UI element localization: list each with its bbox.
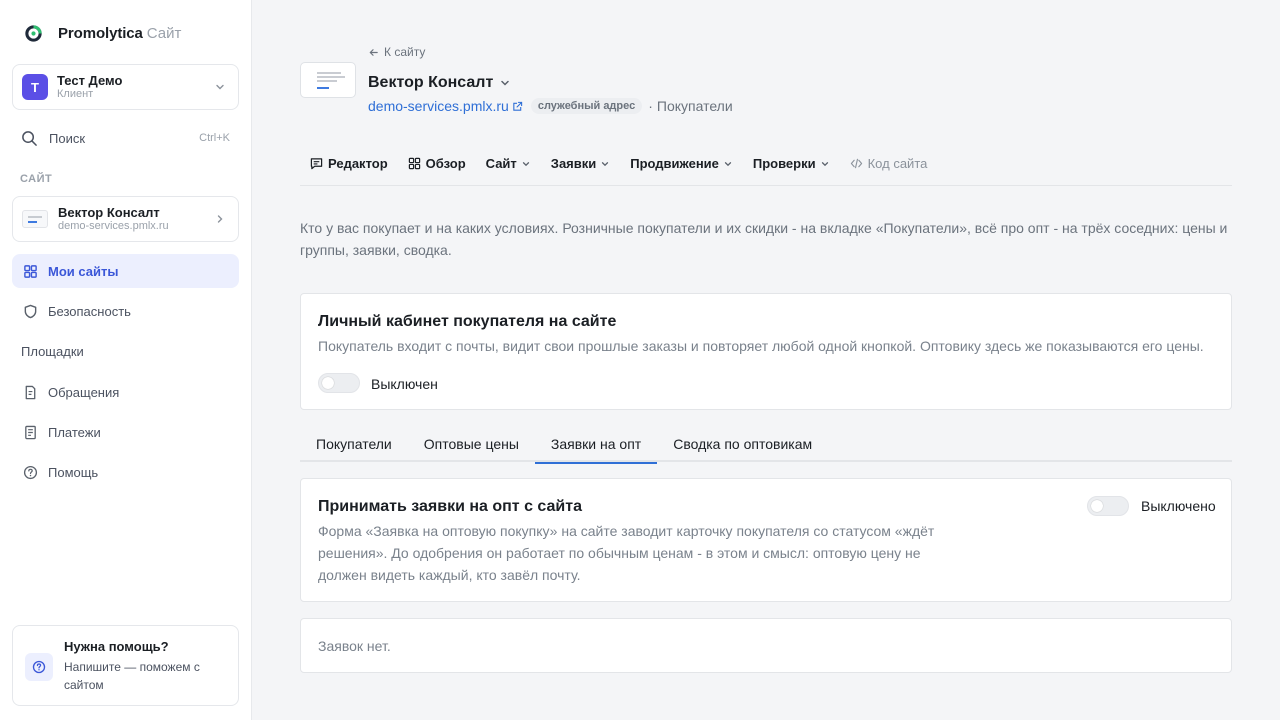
promolytica-logo-icon [24,24,43,43]
buyer-cabinet-toggle[interactable] [318,373,360,393]
meta-separator: · [648,98,653,114]
chevron-down-icon [600,159,610,169]
sidebar-item-requests[interactable]: Обращения [12,375,239,409]
buyer-cabinet-card: Личный кабинет покупателя на сайте Покуп… [300,293,1232,410]
menu-item-requests[interactable]: Заявки [551,156,610,177]
menu-item-label: Обзор [425,156,466,171]
chevron-down-icon [521,159,531,169]
account-name: Тест Демо [57,73,123,88]
tab-wholesale-summary[interactable]: Сводка по оптовикам [657,425,828,462]
back-link[interactable]: К сайту [368,45,425,59]
page-intro: Кто у вас покупает и на каких условиях. … [300,220,1228,258]
chevron-right-icon [214,213,226,225]
sidebar-item-label: Обращения [48,384,120,400]
avatar: Т [22,74,48,100]
search-shortcut: Ctrl+K [199,132,230,144]
chevron-down-icon [499,77,511,89]
site-thumbnail [22,210,48,228]
site-preview-thumbnail[interactable] [300,62,356,98]
menu-item-checks[interactable]: Проверки [753,156,830,177]
shield-icon [21,302,39,320]
receipt-icon [21,423,39,441]
toggle-label: Выключен [371,376,438,392]
sidebar-item-payments[interactable]: Платежи [12,415,239,449]
arrow-left-icon [368,47,379,58]
card-title: Личный кабинет покупателя на сайте [318,313,617,330]
sidebar-item-security[interactable]: Безопасность [12,294,239,328]
help-icon [21,463,39,481]
back-link-label: К сайту [384,45,426,59]
status-badge: служебный адрес [530,98,643,114]
sidebar-item-label: Площадки [21,343,84,359]
current-site-card[interactable]: Вектор Консалт demo-services.pmlx.ru [12,196,239,242]
menu-item-site-code[interactable]: Код сайта [850,156,928,177]
site-domain-link[interactable]: demo-services.pmlx.ru [368,98,509,114]
search-button[interactable]: Поиск Ctrl+K [12,124,239,152]
menu-item-editor[interactable]: Редактор [310,156,388,177]
external-link-icon[interactable] [512,101,523,112]
document-icon [21,383,39,401]
section-label: САЙТ [20,173,53,185]
menu-item-overview[interactable]: Обзор [408,156,466,177]
account-role: Клиент [57,88,94,100]
empty-state: Заявок нет. [318,638,391,654]
breadcrumb: Покупатели [656,98,733,114]
wholesale-requests-toggle[interactable] [1087,496,1129,516]
page-title: Вектор Консалт [368,74,494,91]
toggle-label: Выключено [1141,498,1216,514]
site-menu: Редактор Обзор Сайт Заявки Продвижение П… [300,148,1232,186]
help-icon [25,653,53,681]
search-icon [21,130,38,147]
help-title: Нужна помощь? [64,639,169,654]
search-label: Поиск [49,130,86,146]
site-name: Вектор Консалт [58,205,160,220]
help-text: Напишите — поможем с сайтом [64,660,200,692]
chat-icon [310,157,323,170]
sidebar-item-label: Помощь [48,464,99,480]
site-title-dropdown[interactable]: Вектор Консалт [368,74,511,92]
menu-item-label: Код сайта [867,156,928,171]
help-card[interactable]: Нужна помощь? Напишите — поможем с сайто… [12,625,239,706]
sidebar-item-my-sites[interactable]: Мои сайты [12,254,239,288]
chevron-down-icon [214,81,226,93]
menu-item-label: Заявки [550,156,597,171]
brand-sub: Сайт [146,25,182,42]
card-description: Покупатель входит с почты, видит свои пр… [318,338,1204,354]
menu-item-promotion[interactable]: Продвижение [630,156,733,177]
main-content: К сайту Вектор Консалт demo-services.pml… [252,0,1280,720]
menu-item-label: Редактор [328,156,388,171]
code-icon [850,157,863,170]
grid-icon [21,262,39,280]
tab-buyers[interactable]: Покупатели [300,425,408,462]
chevron-down-icon [723,159,733,169]
menu-item-label: Проверки [752,156,816,171]
site-domain: demo-services.pmlx.ru [58,220,169,232]
card-title: Принимать заявки на опт с сайта [318,498,582,515]
requests-list: Заявок нет. [300,618,1232,673]
wholesale-requests-card: Принимать заявки на опт с сайта Форма «З… [300,478,1232,602]
sidebar-item-platforms[interactable]: Площадки [12,334,239,368]
account-switcher[interactable]: Т Тест Демо Клиент [12,64,239,110]
sidebar: Promolytica Сайт Т Тест Демо Клиент Поис… [0,0,252,720]
sidebar-item-help[interactable]: Помощь [12,455,239,489]
site-meta: demo-services.pmlx.ru служебный адрес · … [368,98,733,114]
grid-icon [408,157,421,170]
sidebar-item-label: Безопасность [48,303,131,319]
sidebar-item-label: Платежи [48,424,101,440]
card-description: Форма «Заявка на оптовую покупку» на сай… [318,523,935,583]
menu-item-site[interactable]: Сайт [486,156,531,177]
menu-item-label: Продвижение [630,156,719,171]
menu-item-label: Сайт [485,156,517,171]
buyers-tabs: Покупатели Оптовые цены Заявки на опт Св… [300,425,1232,464]
sidebar-item-label: Мои сайты [48,263,119,279]
brand-name: Promolytica [58,25,143,42]
tab-wholesale-prices[interactable]: Оптовые цены [408,425,535,462]
tab-wholesale-requests[interactable]: Заявки на опт [534,425,658,464]
chevron-down-icon [820,159,830,169]
brand[interactable]: Promolytica Сайт [24,24,181,43]
